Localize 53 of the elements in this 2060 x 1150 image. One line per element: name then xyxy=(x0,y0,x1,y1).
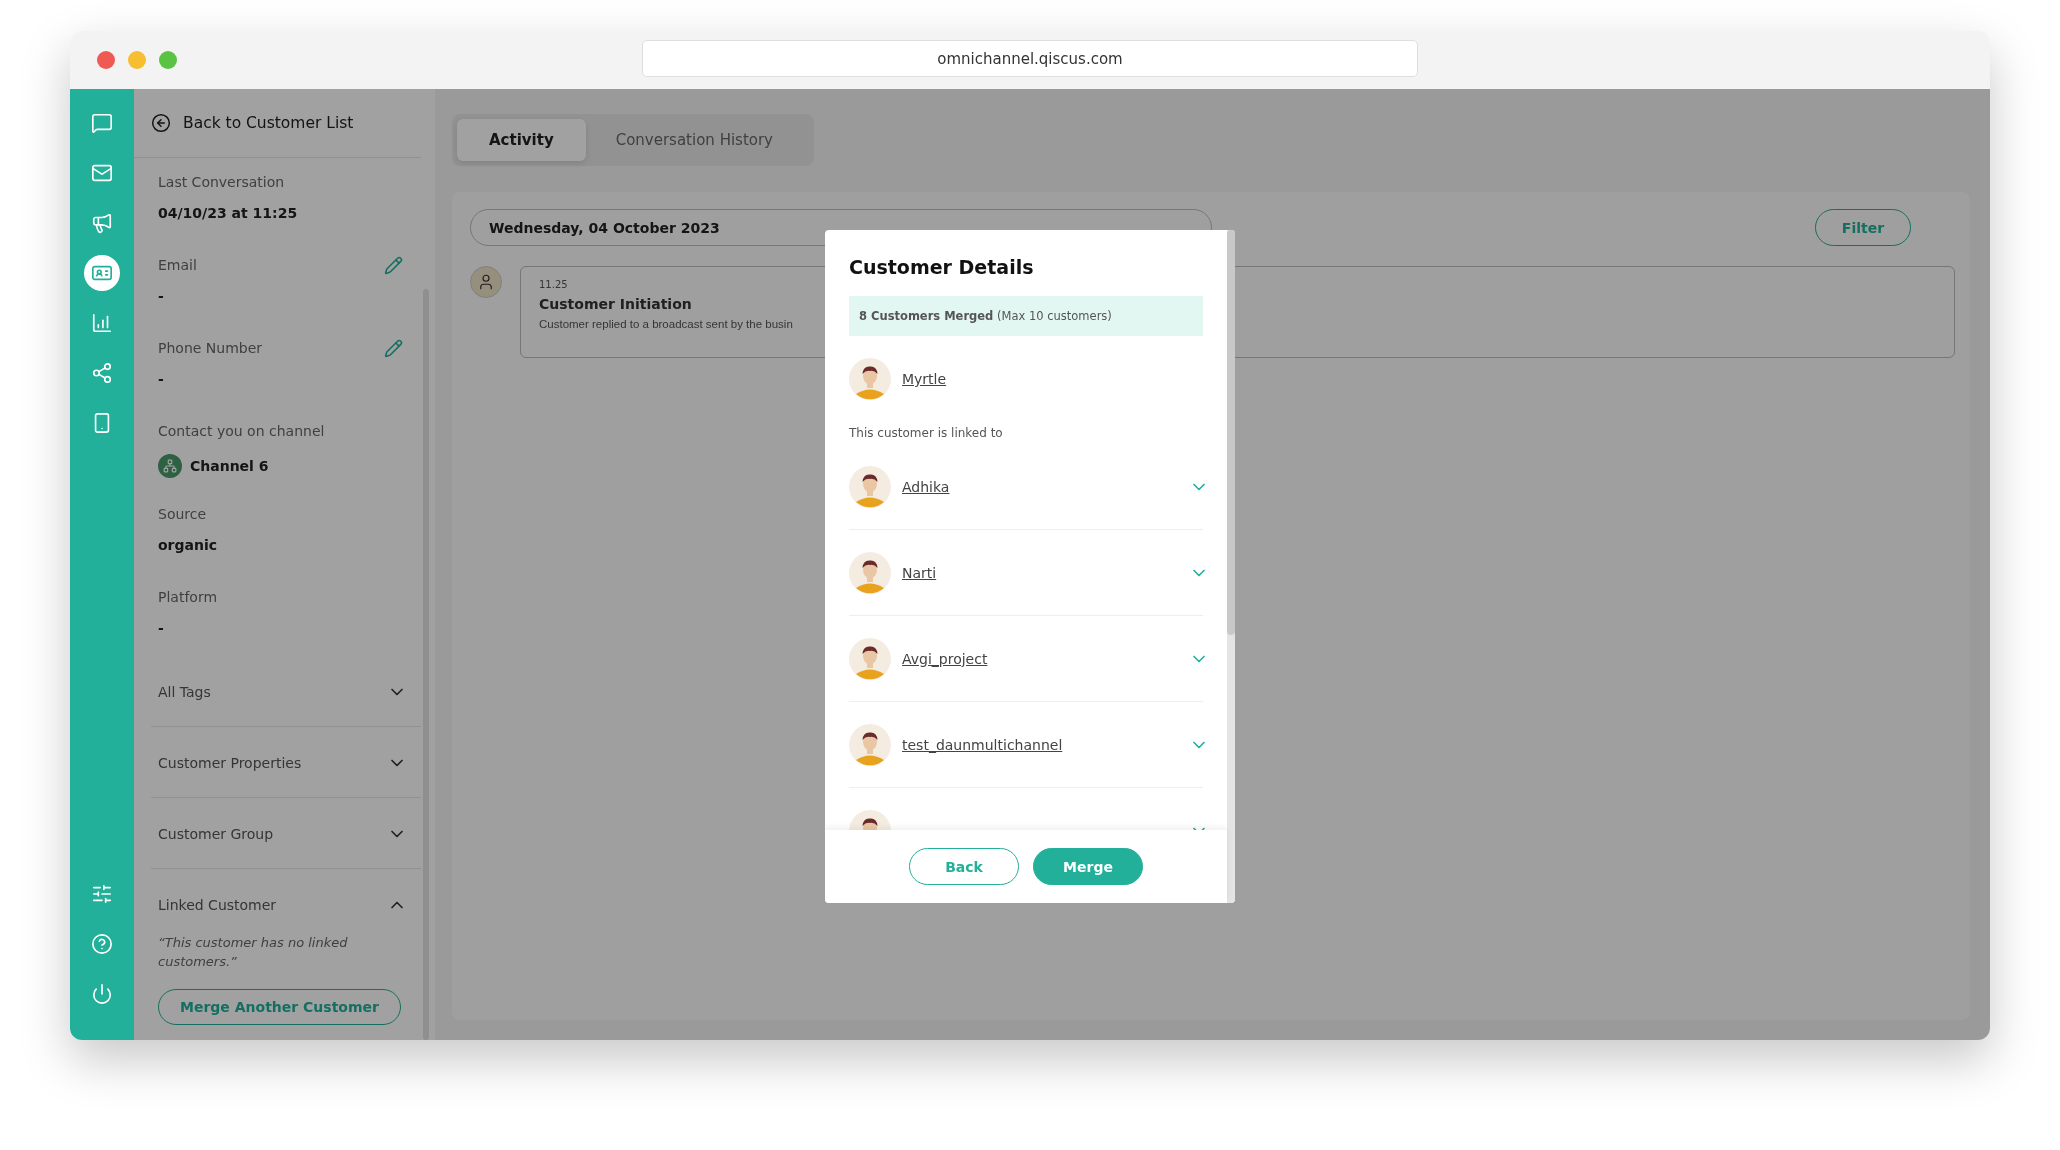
customer-link[interactable]: Adhika xyxy=(902,478,1178,495)
pencil-icon[interactable] xyxy=(384,338,403,358)
section-title: Customer Properties xyxy=(158,755,302,771)
field-label: Email xyxy=(158,257,197,273)
field-label: Phone Number xyxy=(158,340,263,356)
field-value: 04/10/23 at 11:25 xyxy=(158,205,299,221)
field-value: - xyxy=(158,620,165,636)
back-button[interactable]: Back xyxy=(909,848,1019,885)
field-value: organic xyxy=(158,537,219,553)
avatar xyxy=(849,637,891,680)
customer-link[interactable]: Myrtle xyxy=(902,371,1203,387)
field-label: Platform xyxy=(158,589,218,605)
avatar xyxy=(849,723,891,766)
empty-note: “This customer has no linked customers.” xyxy=(158,934,349,971)
back-link[interactable]: Back to Customer List xyxy=(151,113,354,133)
field-value: - xyxy=(158,371,165,387)
field-value: Channel 6 xyxy=(190,458,269,474)
section-header[interactable]: Customer Properties xyxy=(158,753,421,773)
customer-link[interactable]: Avgi_project xyxy=(902,650,1178,667)
avatar xyxy=(849,358,891,400)
customer-link[interactable]: test_daunmultichannel xyxy=(902,736,1178,753)
section-header[interactable]: Linked Customer xyxy=(158,895,421,915)
user-icon xyxy=(470,266,502,298)
field-value: - xyxy=(158,288,165,304)
close-window-button[interactable] xyxy=(97,51,115,69)
scrollbar[interactable] xyxy=(423,289,429,1040)
field-label: Source xyxy=(158,506,207,522)
linked-label: This customer is linked to xyxy=(849,426,1004,440)
channel-icon xyxy=(158,454,182,478)
dialog-title: Customer Details xyxy=(849,256,1035,278)
event-text: Customer replied to a broadcast sent by the busin xyxy=(539,318,793,330)
section-header[interactable]: Customer Group xyxy=(158,824,421,844)
section-title: Linked Customer xyxy=(158,897,277,913)
avatar xyxy=(849,551,891,594)
customer-link[interactable]: Narti xyxy=(902,564,1178,581)
field-label: Last Conversation xyxy=(158,174,285,190)
id-card-icon[interactable] xyxy=(84,255,120,291)
field-label: Contact you on channel xyxy=(158,423,325,439)
section-header[interactable]: All Tags xyxy=(158,682,421,702)
event-time: 11.25 xyxy=(539,279,568,290)
tab[interactable]: Conversation History xyxy=(589,119,799,161)
minimize-window-button[interactable] xyxy=(128,51,146,69)
section-title: Customer Group xyxy=(158,826,274,842)
avatar xyxy=(849,465,891,508)
event-title: Customer Initiation xyxy=(539,296,692,312)
pencil-icon[interactable] xyxy=(384,255,403,275)
section-title: All Tags xyxy=(158,684,211,700)
scrollbar[interactable] xyxy=(1227,230,1235,903)
address-bar[interactable]: omnichannel.qiscus.com xyxy=(642,40,1418,77)
merge-button[interactable]: Merge xyxy=(1033,848,1143,885)
zoom-window-button[interactable] xyxy=(159,51,177,69)
tab[interactable]: Activity xyxy=(457,119,586,161)
merge-count: 8 Customers Merged (Max 10 customers) xyxy=(859,309,1112,323)
